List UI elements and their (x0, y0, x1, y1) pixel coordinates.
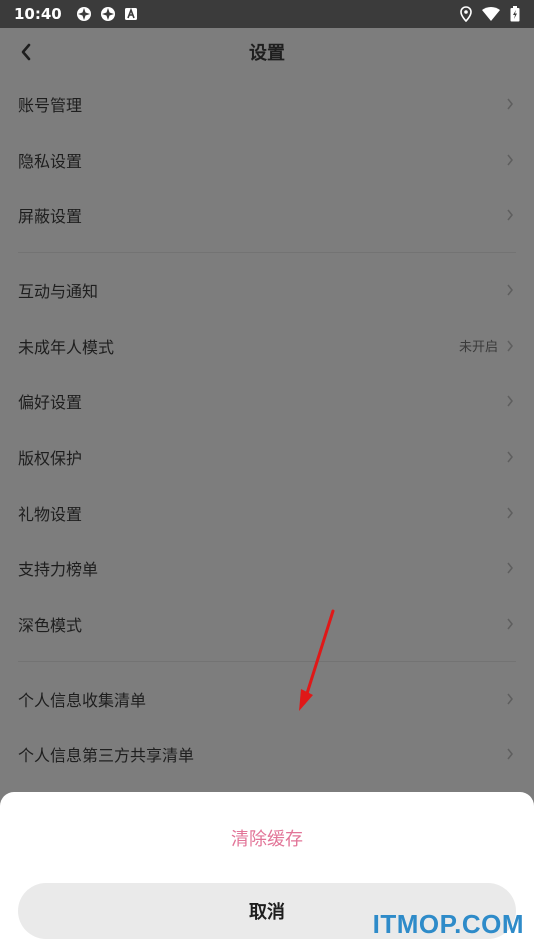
setting-label: 屏蔽设置 (18, 207, 83, 227)
chevron-left-icon (21, 43, 31, 61)
setting-interaction-notification[interactable]: 互动与通知 (0, 262, 534, 318)
setting-privacy[interactable]: 隐私设置 (0, 132, 534, 188)
chevron-right-icon (506, 506, 516, 520)
chevron-right-icon (506, 153, 516, 167)
setting-minor-mode[interactable]: 未成年人模式 未开启 (0, 318, 534, 374)
setting-label: 支持力榜单 (18, 560, 99, 580)
status-time: 10:40 (14, 5, 62, 23)
setting-label: 个人信息第三方共享清单 (18, 746, 195, 766)
setting-label: 深色模式 (18, 616, 83, 636)
chevron-right-icon (506, 339, 516, 353)
settings-list: 账号管理 隐私设置 屏蔽设置 互动与通知 未成年人模式 未开启 偏好设置 版权保… (0, 76, 534, 782)
clear-cache-button[interactable]: 清除缓存 (0, 812, 534, 864)
status-icons-left (76, 6, 138, 22)
setting-gifts[interactable]: 礼物设置 (0, 485, 534, 541)
setting-label: 账号管理 (18, 95, 83, 115)
setting-label: 个人信息收集清单 (18, 690, 147, 710)
setting-label: 礼物设置 (18, 504, 83, 524)
setting-preferences[interactable]: 偏好设置 (0, 373, 534, 429)
app-icon (100, 7, 115, 21)
setting-dark-mode[interactable]: 深色模式 (0, 596, 534, 652)
chevron-right-icon (506, 561, 516, 575)
watermark: ITMOP.COM (372, 909, 524, 939)
chevron-right-icon (506, 283, 516, 297)
setting-label: 互动与通知 (18, 281, 99, 301)
app-header: 设置 (0, 28, 534, 76)
setting-third-party-sharing[interactable]: 个人信息第三方共享清单 (0, 727, 534, 783)
setting-label: 隐私设置 (18, 151, 83, 171)
setting-label: 版权保护 (18, 448, 83, 468)
setting-label: 偏好设置 (18, 393, 83, 413)
setting-support-ranking[interactable]: 支持力榜单 (0, 541, 534, 597)
status-icons-right (460, 6, 520, 22)
setting-label: 未成年人模式 (18, 337, 115, 357)
wifi-icon (482, 7, 500, 21)
chevron-right-icon (506, 692, 516, 706)
setting-account-management[interactable]: 账号管理 (0, 76, 534, 132)
setting-personal-info-collection[interactable]: 个人信息收集清单 (0, 671, 534, 727)
notification-icon (124, 7, 137, 20)
setting-copyright[interactable]: 版权保护 (0, 429, 534, 485)
chevron-right-icon (506, 617, 516, 631)
setting-block[interactable]: 屏蔽设置 (0, 187, 534, 243)
chevron-right-icon (506, 208, 516, 222)
group-divider (18, 252, 516, 254)
setting-value: 未开启 (458, 340, 498, 356)
app-icon (76, 7, 91, 21)
chevron-right-icon (506, 394, 516, 408)
chevron-right-icon (506, 450, 516, 464)
chevron-right-icon (506, 97, 516, 111)
chevron-right-icon (506, 747, 516, 761)
battery-icon (510, 6, 520, 22)
status-bar: 10:40 (0, 0, 534, 28)
location-icon (460, 6, 472, 22)
page-title: 设置 (249, 43, 285, 64)
group-divider (18, 660, 516, 662)
back-button[interactable] (12, 38, 40, 66)
